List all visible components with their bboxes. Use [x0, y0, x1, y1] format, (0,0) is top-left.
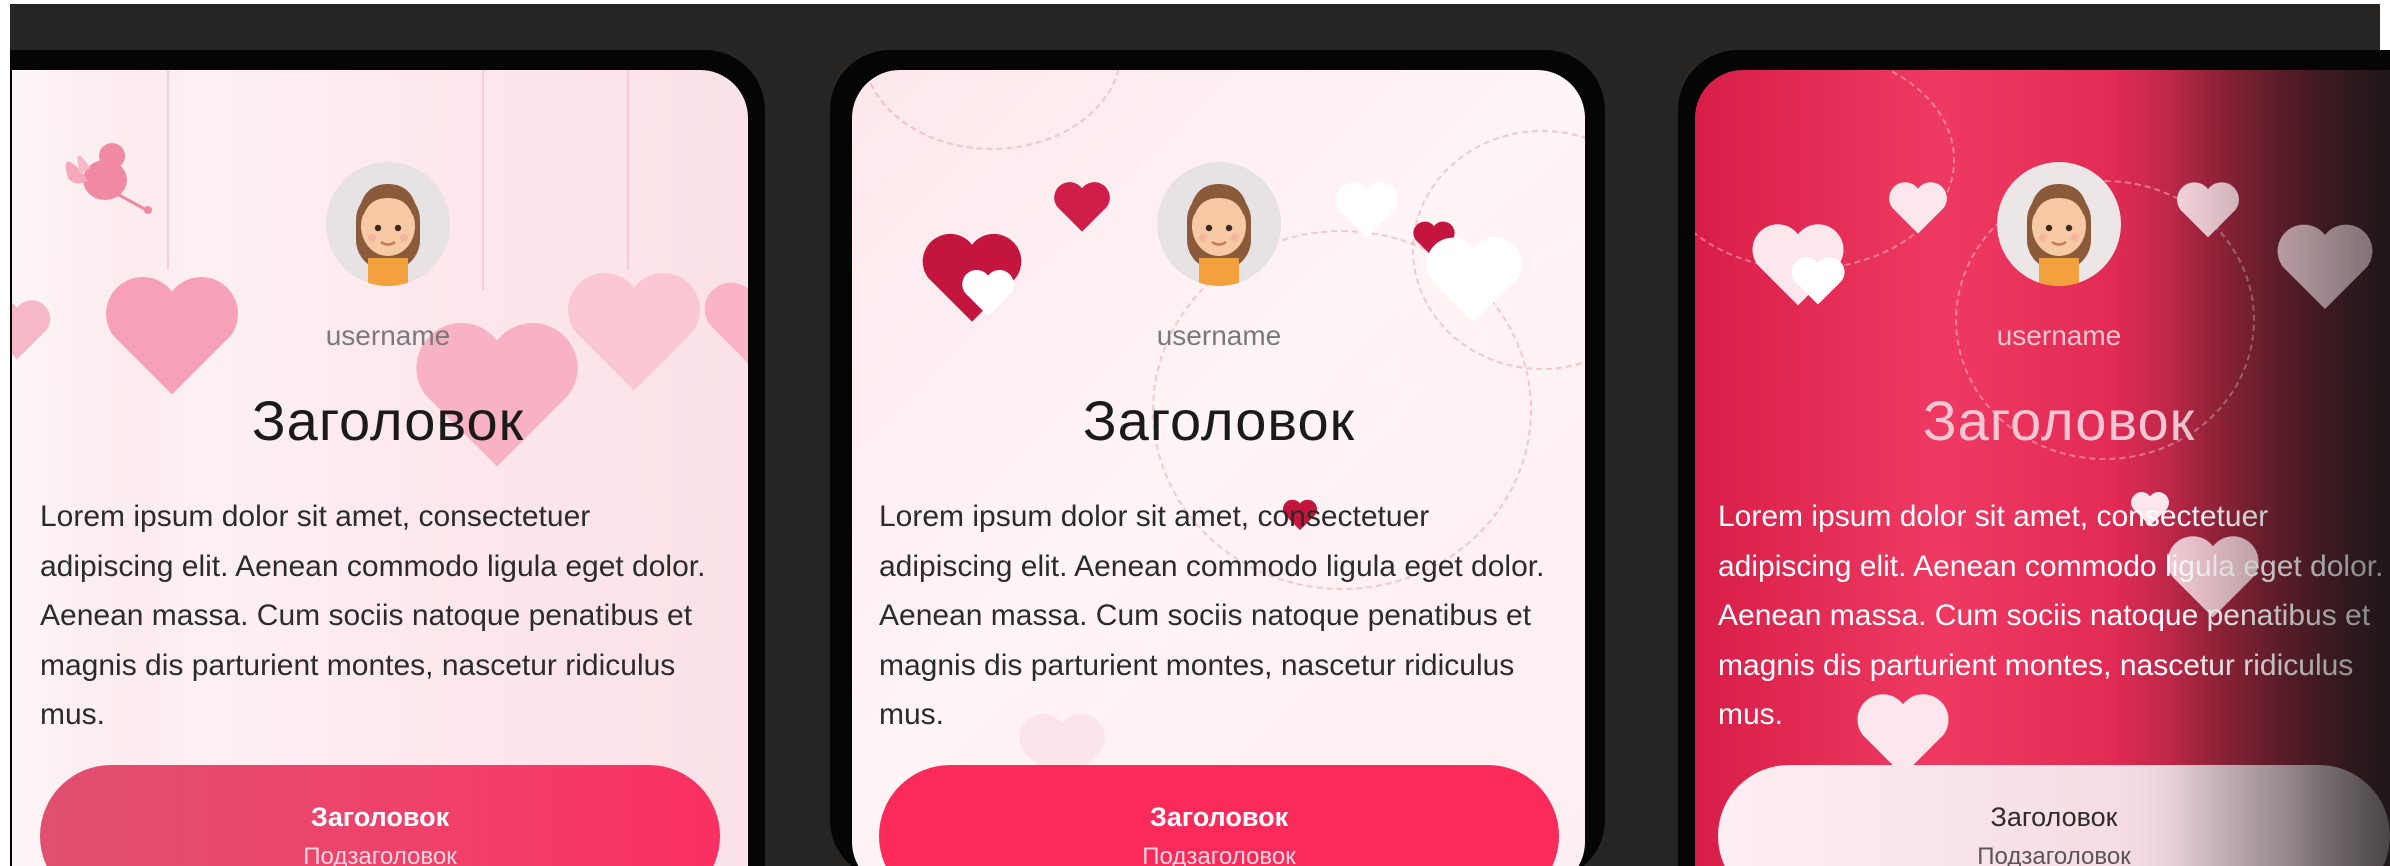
- card-content-1: username Заголовок Lorem ipsum dolor sit…: [12, 70, 748, 866]
- button-title: Заголовок: [310, 801, 450, 832]
- primary-action-button[interactable]: Заголовок Подзаголовок: [40, 765, 720, 866]
- girl-avatar-icon[interactable]: [1997, 162, 2121, 286]
- card-content-3: username Заголовок Lorem ipsum dolor sit…: [1695, 70, 2390, 866]
- card-title: Заголовок: [1082, 389, 1356, 452]
- card-content-2: username Заголовок Lorem ipsum dolor sit…: [852, 70, 1585, 866]
- phone-frame-2: username Заголовок Lorem ipsum dolor sit…: [830, 50, 1605, 866]
- phone-frame-3: username Заголовок Lorem ipsum dolor sit…: [1678, 50, 2390, 866]
- card-body-text: Lorem ipsum dolor sit amet, consectetuer…: [40, 500, 706, 731]
- canvas: username Заголовок Lorem ipsum dolor sit…: [0, 0, 2390, 866]
- card-title: Заголовок: [251, 389, 525, 452]
- girl-avatar-icon[interactable]: [1157, 162, 1281, 286]
- username-label: username: [1156, 320, 1282, 351]
- card-screen-1: username Заголовок Lorem ipsum dolor sit…: [12, 70, 748, 866]
- card-body-text: Lorem ipsum dolor sit amet, consectetuer…: [1718, 500, 2384, 731]
- username-label: username: [325, 320, 451, 351]
- phone-frame-1: username Заголовок Lorem ipsum dolor sit…: [10, 50, 765, 866]
- girl-avatar-icon[interactable]: [326, 162, 450, 286]
- primary-action-button[interactable]: Заголовок Подзаголовок: [879, 765, 1559, 866]
- button-title: Заголовок: [1149, 801, 1289, 832]
- button-subtitle: Подзаголовок: [1977, 842, 2131, 866]
- primary-action-button[interactable]: Заголовок Подзаголовок: [1718, 765, 2390, 866]
- button-title: Заголовок: [1990, 801, 2118, 832]
- card-title: Заголовок: [1922, 389, 2196, 452]
- card-screen-3: username Заголовок Lorem ipsum dolor sit…: [1695, 70, 2390, 866]
- card-body-text: Lorem ipsum dolor sit amet, consectetuer…: [879, 500, 1545, 731]
- card-screen-2: username Заголовок Lorem ipsum dolor sit…: [852, 70, 1585, 866]
- button-subtitle: Подзаголовок: [1142, 842, 1296, 866]
- button-subtitle: Подзаголовок: [303, 842, 457, 866]
- username-label: username: [1996, 320, 2122, 351]
